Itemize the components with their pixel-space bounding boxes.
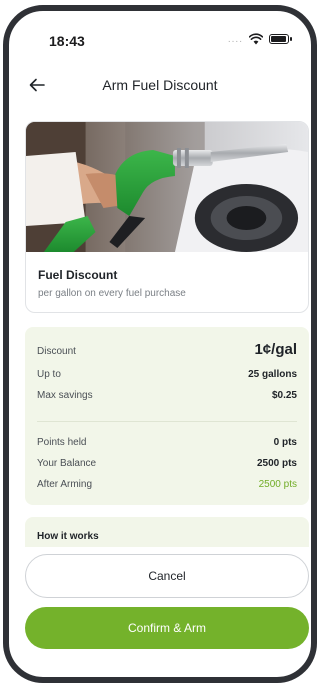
status-time: 18:43: [49, 33, 85, 49]
after-arming-label: After Arming: [37, 479, 93, 490]
offer-title: Fuel Discount: [38, 268, 118, 282]
confirm-arm-button[interactable]: Confirm & Arm: [25, 607, 309, 649]
points-held-row: Points held 0 pts: [37, 437, 297, 448]
points-held-label: Points held: [37, 437, 87, 448]
your-balance-row: Your Balance 2500 pts: [37, 458, 297, 469]
page-title: Arm Fuel Discount: [102, 77, 218, 93]
status-bar: 18:43 ....: [9, 11, 311, 63]
how-it-works-label: How it works: [37, 531, 99, 542]
max-savings-row: Max savings $0.25: [37, 390, 297, 401]
up-to-row: Up to 25 gallons: [37, 369, 297, 380]
status-icons: ....: [227, 33, 292, 45]
your-balance-value: 2500 pts: [256, 458, 297, 469]
wifi-icon: [249, 33, 263, 45]
max-savings-value: $0.25: [271, 390, 297, 401]
points-held-value: 0 pts: [273, 437, 297, 448]
after-arming-row: After Arming 2500 pts: [37, 479, 297, 490]
discount-value: 1¢/gal: [254, 341, 297, 358]
max-savings-label: Max savings: [37, 390, 93, 401]
fuel-pump-photo: [26, 122, 308, 252]
your-balance-label: Your Balance: [37, 458, 97, 469]
discount-label: Discount: [37, 346, 76, 357]
discount-details-panel: Discount 1¢/gal Up to 25 gallons Max sav…: [25, 327, 309, 505]
discount-row: Discount 1¢/gal: [37, 341, 297, 358]
cancel-button[interactable]: Cancel: [25, 554, 309, 598]
phone-frame: 18:43 .... Arm Fuel Discount Fuel Discou…: [3, 5, 317, 683]
signal-dots: ....: [227, 33, 243, 45]
after-arming-value: 2500 pts: [258, 479, 297, 490]
app-header: Arm Fuel Discount: [9, 71, 311, 101]
how-it-works-section[interactable]: How it works: [25, 517, 309, 547]
offer-subtitle: per gallon on every fuel purchase: [38, 288, 186, 299]
offer-card: Fuel Discount per gallon on every fuel p…: [25, 121, 309, 313]
up-to-value: 25 gallons: [248, 369, 297, 380]
divider: [37, 421, 297, 422]
up-to-label: Up to: [37, 369, 61, 380]
battery-icon: [269, 34, 292, 44]
